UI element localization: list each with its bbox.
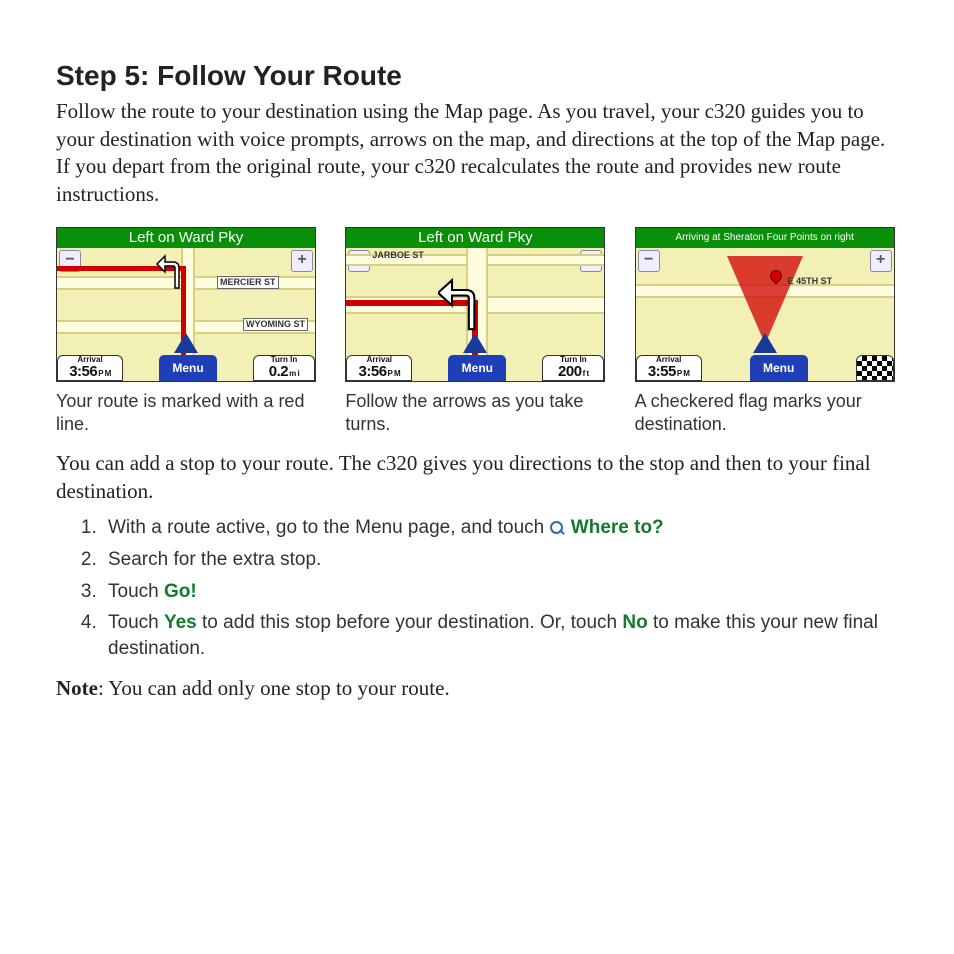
arrival-value: 3:55 <box>648 364 676 379</box>
turnin-chip[interactable]: Turn In 200f t <box>542 355 604 381</box>
shot-cell-1: Left on Ward Pky − + MERCIER ST WYOMING … <box>56 227 319 436</box>
note-label: Note <box>56 676 98 700</box>
note-text: : You can add only one stop to your rout… <box>98 676 450 700</box>
magnifier-icon <box>550 521 564 535</box>
caption-3: A checkered flag marks your destination. <box>635 390 898 436</box>
zoom-in-button[interactable]: + <box>291 250 313 272</box>
map-screenshot-3: Arriving at Sheraton Four Points on righ… <box>635 227 895 382</box>
zoom-out-button[interactable]: − <box>638 250 660 272</box>
keyword-go: Go! <box>164 581 197 602</box>
bottom-bar: Arrival 3:56P M Menu Turn In 200f t <box>346 355 604 381</box>
turnin-chip[interactable]: Turn In 0.2m i <box>253 355 315 381</box>
intro2-paragraph: You can add a stop to your route. The c3… <box>56 450 898 505</box>
arrival-suffix: P M <box>388 370 401 378</box>
intro-paragraph: Follow the route to your destination usi… <box>56 98 898 209</box>
zoom-in-button[interactable]: + <box>870 250 892 272</box>
street-label: WYOMING ST <box>243 318 308 331</box>
turnin-value: 200 <box>558 364 582 379</box>
direction-bar: Left on Ward Pky <box>346 228 604 248</box>
route-cone <box>727 256 803 344</box>
arrival-suffix: P M <box>677 370 690 378</box>
caption-1: Your route is marked with a red line. <box>56 390 319 436</box>
checkered-flag-icon <box>856 355 894 381</box>
direction-bar: Arriving at Sheraton Four Points on righ… <box>636 228 894 248</box>
step-text: Touch <box>108 581 164 602</box>
arrival-value: 3:56 <box>69 364 97 379</box>
page-heading: Step 5: Follow Your Route <box>56 60 898 92</box>
step-1: With a route active, go to the Menu page… <box>102 515 898 541</box>
vehicle-icon <box>753 333 777 353</box>
menu-button[interactable]: Menu <box>750 355 808 381</box>
bottom-bar: Arrival 3:56P M Menu Turn In 0.2m i <box>57 355 315 381</box>
map-screenshot-2: Left on Ward Pky − + JARBOE ST Arrival 3… <box>345 227 605 382</box>
keyword-no: No <box>622 612 647 633</box>
menu-button[interactable]: Menu <box>159 355 217 381</box>
steps-list: With a route active, go to the Menu page… <box>56 515 898 661</box>
note-paragraph: Note: You can add only one stop to your … <box>56 676 898 701</box>
vehicle-icon <box>174 333 198 353</box>
step-text: With a route active, go to the Menu page… <box>108 517 550 538</box>
screenshot-row: Left on Ward Pky − + MERCIER ST WYOMING … <box>56 227 898 436</box>
arrival-value: 3:56 <box>359 364 387 379</box>
shot-cell-3: Arriving at Sheraton Four Points on righ… <box>635 227 898 436</box>
vehicle-icon <box>463 333 487 353</box>
menu-button[interactable]: Menu <box>448 355 506 381</box>
turn-arrow-icon <box>155 252 195 292</box>
step-2: Search for the extra stop. <box>102 547 898 573</box>
keyword-yes: Yes <box>164 612 197 633</box>
turnin-suffix: f t <box>583 370 589 378</box>
map-screenshot-1: Left on Ward Pky − + MERCIER ST WYOMING … <box>56 227 316 382</box>
caption-2: Follow the arrows as you take turns. <box>345 390 608 436</box>
turn-arrow-icon <box>438 276 494 332</box>
step-text: to add this stop before your destination… <box>197 612 623 633</box>
street-label: JARBOE ST <box>370 250 426 261</box>
step-text: Touch <box>108 612 164 633</box>
street-label: E 45TH ST <box>786 276 835 287</box>
step-4: Touch Yes to add this stop before your d… <box>102 610 898 661</box>
arrival-suffix: P M <box>98 370 111 378</box>
step-3: Touch Go! <box>102 579 898 605</box>
keyword-where-to: Where to? <box>571 517 664 538</box>
arrival-chip[interactable]: Arrival 3:56P M <box>57 355 123 381</box>
turnin-value: 0.2 <box>269 364 288 379</box>
street-label: MERCIER ST <box>217 276 279 289</box>
arrival-chip[interactable]: Arrival 3:56P M <box>346 355 412 381</box>
direction-bar: Left on Ward Pky <box>57 228 315 248</box>
shot-cell-2: Left on Ward Pky − + JARBOE ST Arrival 3… <box>345 227 608 436</box>
arrival-chip[interactable]: Arrival 3:55P M <box>636 355 702 381</box>
bottom-bar: Arrival 3:55P M Menu <box>636 355 894 381</box>
turnin-suffix: m i <box>289 370 299 378</box>
